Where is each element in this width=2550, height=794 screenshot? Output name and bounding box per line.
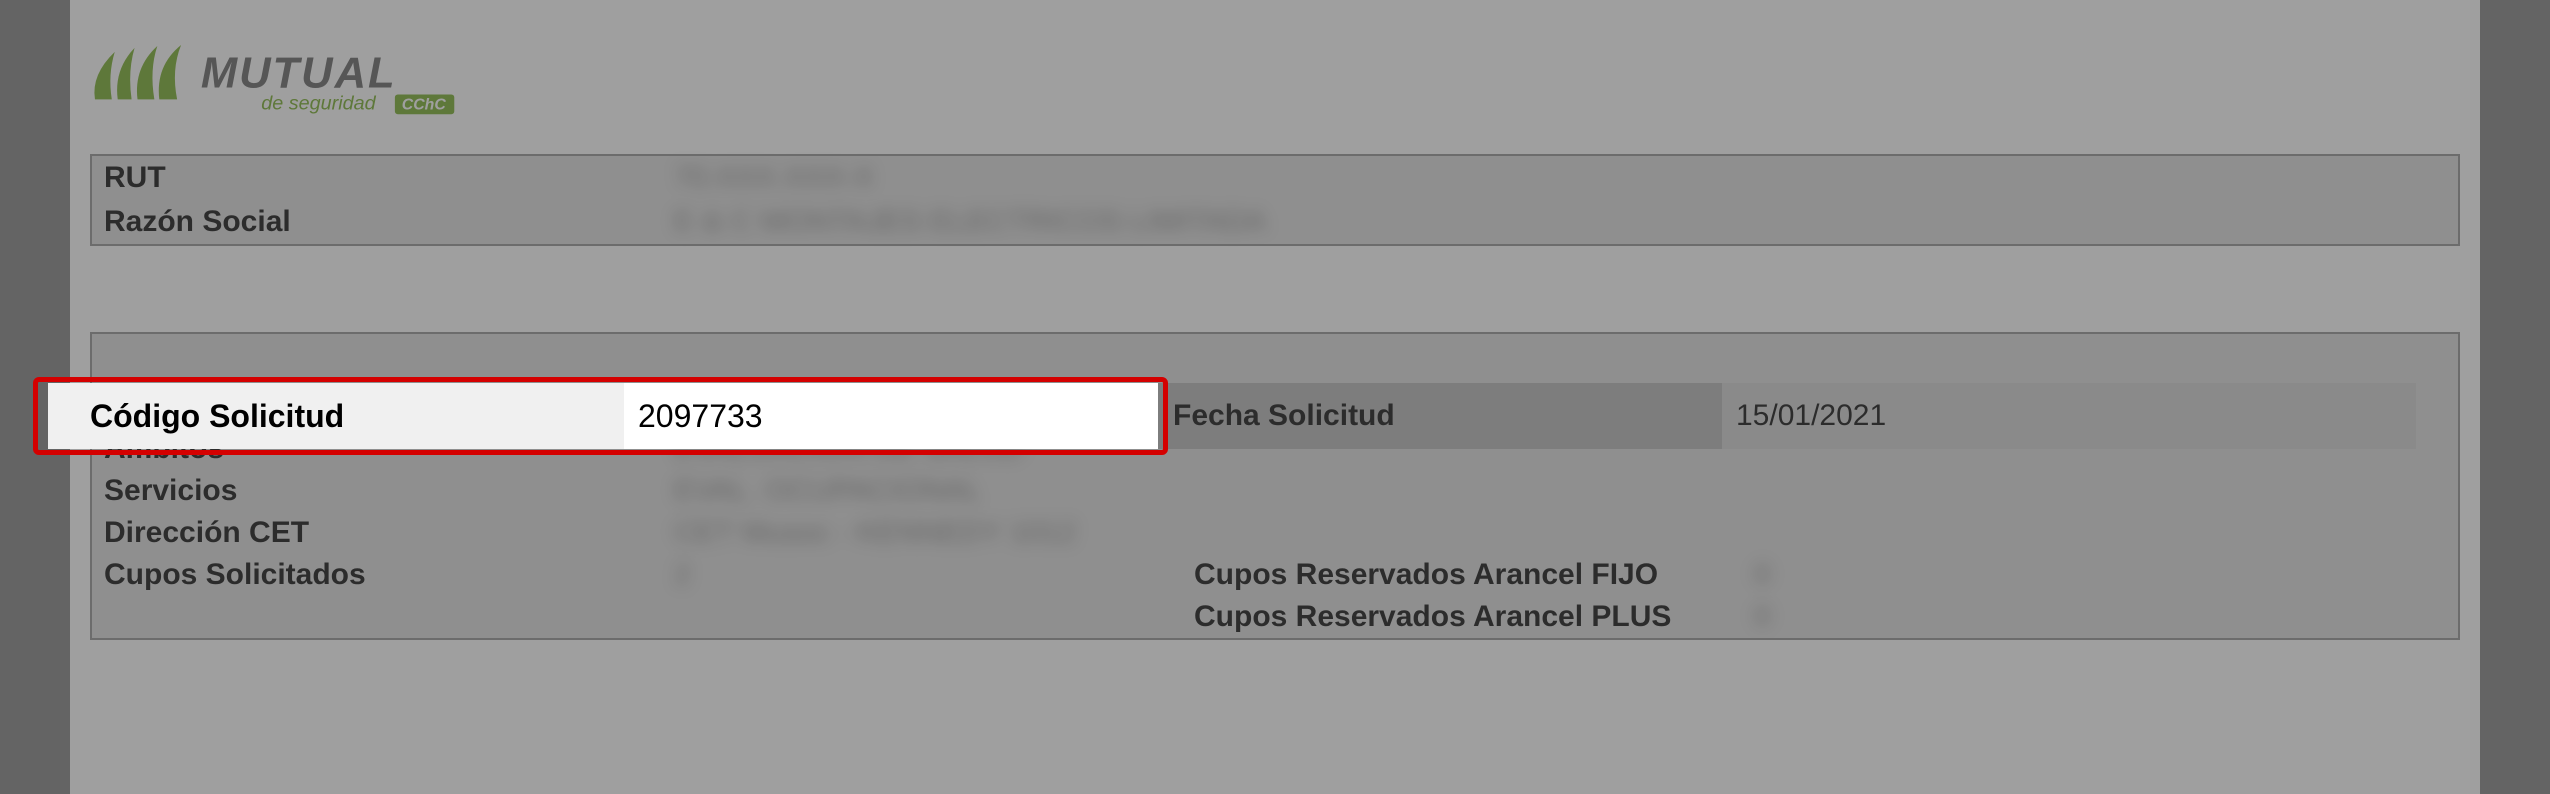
company-info-box: RUT 70.XXX.XXX-X Razón Social E & C MONT… (90, 154, 2460, 246)
codigo-solicitud-highlight: Código Solicitud 2097733 (48, 383, 1158, 449)
servicios-row: Servicios EVAL. OCUPACIONAL (92, 470, 2458, 512)
cupos-solicitados-row: Cupos Solicitados 2 Cupos Reservados Ara… (92, 554, 2458, 596)
fecha-solicitud-row: Fecha Solicitud 15/01/2021 (1158, 383, 2416, 449)
cupos-fijo-label: Cupos Reservados Arancel FIJO (1182, 554, 1742, 596)
servicios-label: Servicios (92, 470, 662, 512)
direccion-cet-value: CET Musoc - KENNEDY 1012 (662, 512, 2458, 554)
request-details-box: Nombre de la Solicitud Ámbitos EVALUACIO… (90, 332, 2460, 640)
cupos-fijo-value: 0 (1742, 554, 2458, 596)
codigo-solicitud-label: Código Solicitud (48, 383, 624, 449)
fecha-solicitud-label: Fecha Solicitud (1158, 383, 1722, 449)
razon-social-value: E & C MONTAJES ELECTRICOS LIMITADA (662, 201, 2458, 243)
razon-social-row: Razón Social E & C MONTAJES ELECTRICOS L… (92, 200, 2458, 244)
rut-label: RUT (92, 157, 662, 199)
codigo-solicitud-value: 2097733 (624, 383, 1158, 449)
svg-text:CChC: CChC (402, 96, 447, 113)
servicios-value: EVAL. OCUPACIONAL (662, 470, 2458, 512)
razon-social-label: Razón Social (92, 201, 662, 243)
cupos-plus-label: Cupos Reservados Arancel PLUS (1182, 596, 1742, 638)
mutual-logo-icon: MUTUAL de seguridad CChC (90, 40, 580, 119)
direccion-cet-row: Dirección CET CET Musoc - KENNEDY 1012 (92, 512, 2458, 554)
svg-text:de seguridad: de seguridad (261, 92, 376, 114)
rut-row: RUT 70.XXX.XXX-X (92, 156, 2458, 200)
cupos-plus-row: Cupos Reservados Arancel PLUS 0 (92, 596, 2458, 638)
cupos-solicitados-label: Cupos Solicitados (92, 554, 662, 596)
rut-value: 70.XXX.XXX-X (662, 157, 2458, 199)
cupos-plus-value: 0 (1742, 596, 2458, 638)
fecha-solicitud-value: 15/01/2021 (1722, 383, 2416, 449)
logo-area: MUTUAL de seguridad CChC (70, 0, 2480, 154)
direccion-cet-label: Dirección CET (92, 512, 662, 554)
svg-text:MUTUAL: MUTUAL (201, 50, 397, 98)
cupos-solicitados-value: 2 (662, 554, 1182, 596)
